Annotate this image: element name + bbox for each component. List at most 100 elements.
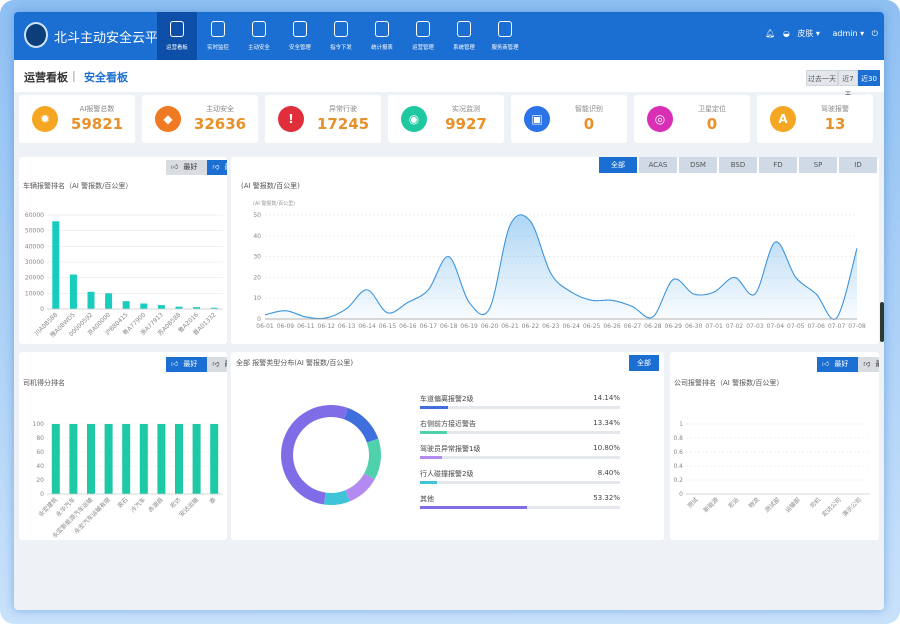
kpi-value: 9927 (445, 115, 487, 133)
alarm-type-toggle-1[interactable]: ACAS (639, 157, 677, 173)
x-tick-label: 06-25 (583, 323, 601, 330)
bar[interactable] (51, 424, 60, 494)
legend-fill (420, 481, 437, 484)
bar[interactable] (87, 291, 95, 309)
x-tick-label: 06-19 (460, 323, 478, 330)
y-tick-label: 50000 (25, 228, 44, 235)
tab-operations-board[interactable]: 运营看板 (24, 69, 68, 85)
x-tick-label: 06-30 (685, 323, 703, 330)
shield-check-icon (252, 21, 266, 37)
range-button-0[interactable]: 过去一天 (806, 70, 838, 86)
bar[interactable] (122, 301, 130, 309)
bar[interactable] (157, 424, 166, 494)
bar[interactable] (105, 293, 113, 309)
bar[interactable] (192, 424, 201, 494)
bar[interactable] (157, 305, 165, 309)
legend-percent: 14.14% (593, 394, 620, 402)
kpi-value: 17245 (316, 115, 370, 133)
power-icon[interactable]: ⏻ (872, 29, 878, 38)
car-icon: ▣ (524, 106, 550, 132)
nav-item-2[interactable]: 主动安全 (239, 12, 279, 60)
alarm-type-toggle-3[interactable]: BSD (719, 157, 757, 173)
bar[interactable] (52, 221, 60, 309)
y-tick-label: 10 (253, 295, 261, 302)
kpi-value: 13 (824, 115, 846, 133)
x-tick-label: 07-02 (726, 323, 744, 330)
y-tick-label: 20000 (25, 275, 44, 282)
y-tick-label: 60 (36, 449, 44, 456)
bar[interactable] (140, 303, 148, 309)
legend-item: 车道偏离报警2级 14.14% (420, 394, 620, 414)
user-menu[interactable]: admin ▾ (827, 29, 864, 38)
donut-slice[interactable] (323, 490, 350, 505)
range-button-2[interactable]: 近30天 (858, 70, 880, 99)
nav-item-8[interactable]: 服务商管理 (485, 12, 525, 60)
x-tick-label: 安达运输 (177, 496, 200, 519)
legend-fill (420, 506, 527, 509)
kpi-label: AI报警总数 (79, 105, 115, 113)
bar[interactable] (69, 274, 77, 309)
kpi-label: 实况监测 (452, 105, 480, 113)
kpi-card: ◆ 主动安全 32636 (142, 95, 258, 143)
y-tick-label: 20 (36, 477, 44, 484)
x-tick-label: 06-29 (665, 323, 683, 330)
alarm-type-toggle-2[interactable]: DSM (679, 157, 717, 173)
donut-slice[interactable] (364, 438, 381, 480)
legend-name: 驾驶员异常报警1级 (420, 445, 481, 453)
kpi-value: 59821 (70, 115, 124, 133)
nav-item-3[interactable]: 安全管理 (280, 12, 320, 60)
kpi-value: 32636 (193, 115, 247, 133)
bar[interactable] (210, 424, 219, 494)
skin-selector[interactable]: ◒ 皮肤 ▾ (783, 29, 820, 38)
nav-item-label: 运营管理 (412, 44, 434, 51)
nav-item-4[interactable]: 指令下发 (321, 12, 361, 60)
alarm-trend-panel: (AI 警报数/百公里) (AI 警报数/百公里) 0 10 20 30 40 50 06-… (231, 157, 879, 344)
nav-item-6[interactable]: 运营管理 (403, 12, 443, 60)
bar[interactable] (69, 424, 78, 494)
x-tick-label: 06-20 (481, 323, 499, 330)
alarm-type-toggle-0[interactable]: 全部 (599, 157, 637, 173)
warning-icon: ! (278, 106, 304, 132)
kpi-label: 卫星定位 (698, 105, 726, 113)
bar[interactable] (122, 424, 131, 494)
donut-slice[interactable] (280, 405, 349, 505)
donut-slice[interactable] (345, 473, 375, 502)
x-tick-label: 宏达 (168, 496, 182, 510)
nav-item-1[interactable]: 实时监控 (198, 12, 238, 60)
alarm-type-toggle-4[interactable]: FD (759, 157, 797, 173)
sliders-icon (498, 21, 512, 37)
logo-icon (24, 22, 48, 48)
y-tick-label: 10000 (25, 290, 44, 297)
x-tick-label: 07-03 (746, 323, 764, 330)
nav-item-7[interactable]: 系统管理 (444, 12, 484, 60)
nav-item-label: 指令下发 (330, 44, 352, 51)
eye-off-icon: ◉ (401, 106, 427, 132)
alarm-type-toggle-6[interactable]: ID (839, 157, 877, 173)
kpi-label: 智能识别 (575, 105, 603, 113)
legend-item: 右侧前方接近警告 13.34% (420, 419, 620, 439)
nav-item-0[interactable]: 运营看板 (157, 12, 197, 60)
side-scroll-handle[interactable] (880, 302, 884, 342)
ai-badge-icon: A (770, 106, 796, 132)
range-button-1[interactable]: 近7天 (838, 70, 858, 99)
x-tick-label: 06-15 (379, 323, 397, 330)
legend-percent: 10.80% (593, 444, 620, 452)
x-tick-label: 07-01 (705, 323, 723, 330)
bar[interactable] (87, 424, 95, 494)
tab-separator: | (72, 69, 76, 82)
x-tick-label: 测试 (685, 496, 699, 510)
company-ranking-panel: 👍︎最好👎︎最差 公司报警排名（AI 警报数/百公里） 00.20.40.60.… (670, 352, 879, 540)
bar[interactable] (175, 424, 183, 494)
tab-safety-board[interactable]: 安全看板 (84, 69, 128, 85)
nav-item-label: 主动安全 (248, 44, 270, 51)
donut-slice[interactable] (344, 408, 379, 443)
y-tick-label: 100 (33, 421, 45, 428)
location-pin-icon (211, 21, 225, 37)
alarm-type-toggle-5[interactable]: SP (799, 157, 837, 173)
bar[interactable] (139, 424, 148, 494)
bell-icon[interactable]: 🔔︎ (765, 29, 775, 38)
shield-edit-icon (293, 21, 307, 37)
nav-item-5[interactable]: 统计报表 (362, 12, 402, 60)
bar[interactable] (104, 424, 113, 494)
nav-item-label: 服务商管理 (491, 44, 519, 51)
